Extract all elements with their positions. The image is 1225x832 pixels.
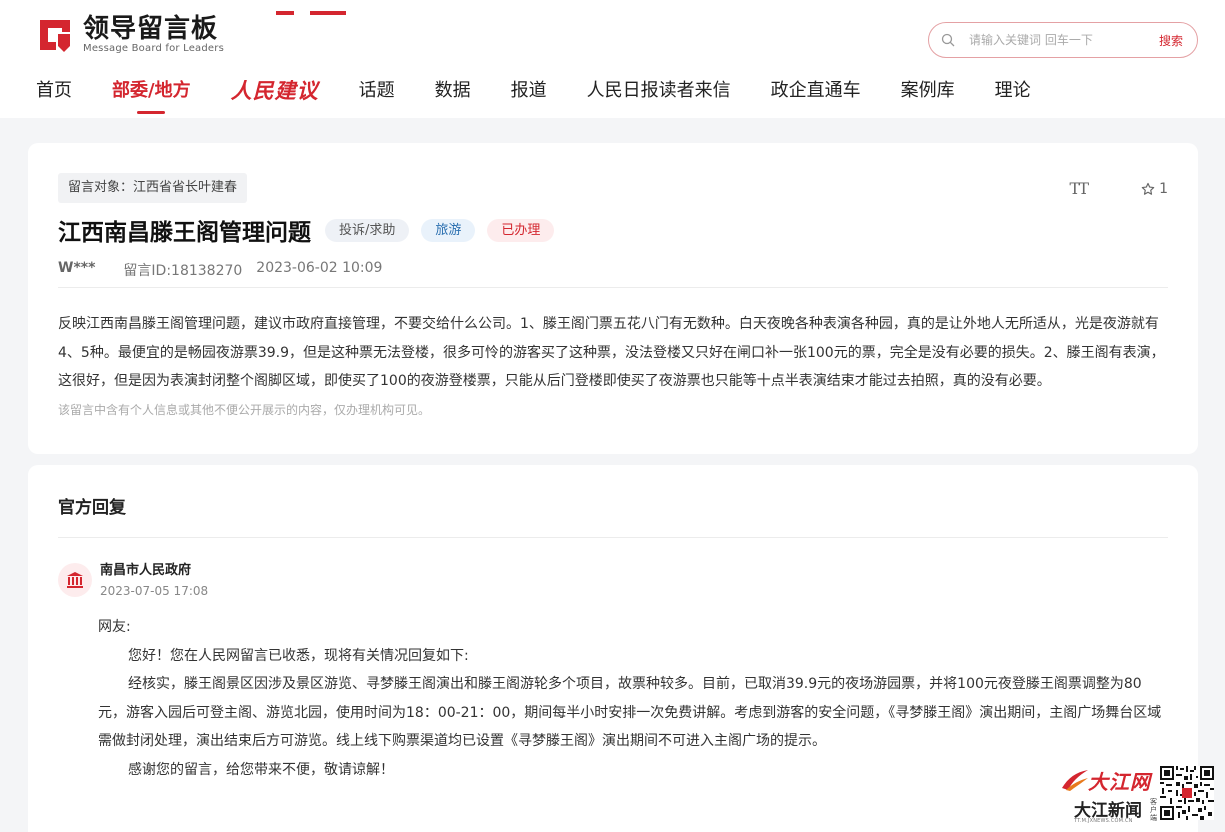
reply-heading: 官方回复	[58, 498, 126, 518]
watermark-url: TT.M.JXNEWS.COM.CN	[1074, 818, 1133, 824]
logo-title: 领导留言板	[83, 14, 219, 44]
logo-subtitle: Message Board for Leaders	[83, 43, 225, 54]
font-size-icon[interactable]: TT	[1069, 179, 1089, 198]
reply-body: 网友: 您好！您在人民网留言已收悉，现将有关情况回复如下: 经核实，滕王阁景区因…	[98, 613, 1168, 784]
search-box: 搜索	[928, 22, 1198, 58]
reply-salutation: 网友:	[98, 619, 131, 635]
message-meta: W*** 留言ID:18138270 2023-06-02 10:09	[58, 260, 382, 280]
tag-type: 投诉/求助	[325, 218, 410, 242]
star-icon	[1141, 182, 1155, 195]
reply-time: 2023-07-05 17:08	[100, 584, 209, 598]
nav-case-library[interactable]: 案例库	[901, 74, 955, 108]
tag-domain: 旅游	[421, 218, 476, 242]
qr-code-icon	[1160, 766, 1214, 820]
nav-reader-letters[interactable]: 人民日报读者来信	[587, 74, 731, 108]
message-time: 2023-06-02 10:09	[256, 260, 383, 276]
reply-org: 南昌市人民政府 2023-07-05 17:08	[58, 561, 208, 600]
jxnews-watermark: 大江网 大江新闻 TT.M.JXNEWS.COM.CN 客户端	[1060, 762, 1220, 828]
reply-paragraph: 感谢您的留言，给您带来不便，敬请谅解！	[128, 761, 394, 778]
reply-paragraph: 您好！您在人民网留言已收悉，现将有关情况回复如下:	[128, 647, 469, 664]
nav-people-suggestions[interactable]: 人民建议	[231, 74, 319, 108]
nav-ministries-local[interactable]: 部委/地方	[112, 74, 191, 114]
search-input[interactable]	[969, 33, 1149, 47]
nav-home[interactable]: 首页	[36, 74, 72, 108]
swoosh-icon	[1062, 770, 1088, 791]
search-button[interactable]: 搜索	[1159, 32, 1183, 49]
message-card: 留言对象：江西省省长叶建春 TT 1 江西南昌滕王阁管理问题 投诉/求助 旅游 …	[28, 143, 1198, 454]
divider	[58, 537, 1168, 538]
org-name: 南昌市人民政府	[100, 563, 192, 578]
message-title: 江西南昌滕王阁管理问题	[58, 220, 311, 246]
nav-reports[interactable]: 报道	[511, 74, 547, 108]
site-header: 领导留言板 Message Board for Leaders 搜索 首页 部委…	[0, 0, 1225, 118]
nav-topics[interactable]: 话题	[359, 74, 395, 108]
watermark-brand-top: 大江网	[1088, 770, 1151, 794]
message-id: 留言ID:18138270	[123, 263, 243, 279]
favorite-button[interactable]: 1	[1141, 181, 1168, 197]
top-decoration	[276, 0, 386, 15]
main-nav: 首页 部委/地方 人民建议 话题 数据 报道 人民日报读者来信 政企直通车 案例…	[36, 74, 1071, 114]
nav-data[interactable]: 数据	[435, 74, 471, 108]
nav-gov-enterprise[interactable]: 政企直通车	[771, 74, 861, 108]
search-icon	[941, 33, 955, 47]
message-content: 反映江西南昌滕王阁管理问题，建议市政府直接管理，不要交给什么公司。1、滕王阁门票…	[58, 316, 1165, 389]
reply-paragraph: 经核实，滕王阁景区因涉及景区游览、寻梦滕王阁演出和滕王阁游轮多个项目，故票种较多…	[98, 676, 1162, 749]
privacy-notice: 该留言中含有个人信息或其他不便公开展示的内容，仅办理机构可见。	[58, 403, 431, 417]
government-building-icon	[58, 563, 92, 597]
message-target: 留言对象：江西省省长叶建春	[58, 173, 248, 203]
watermark-side: 客户端	[1150, 798, 1157, 822]
site-logo[interactable]: 领导留言板 Message Board for Leaders	[36, 14, 224, 56]
nav-theory[interactable]: 理论	[995, 74, 1031, 108]
message-tools: TT 1	[1069, 179, 1168, 198]
logo-icon	[36, 16, 74, 54]
status-badge: 已办理	[487, 218, 555, 242]
message-author: W***	[58, 260, 96, 276]
divider	[58, 287, 1168, 288]
reply-card: 官方回复 南昌市人民政府 2023-07-05 17:08 网友: 您好！您在人…	[28, 465, 1198, 832]
favorite-count: 1	[1159, 180, 1168, 197]
